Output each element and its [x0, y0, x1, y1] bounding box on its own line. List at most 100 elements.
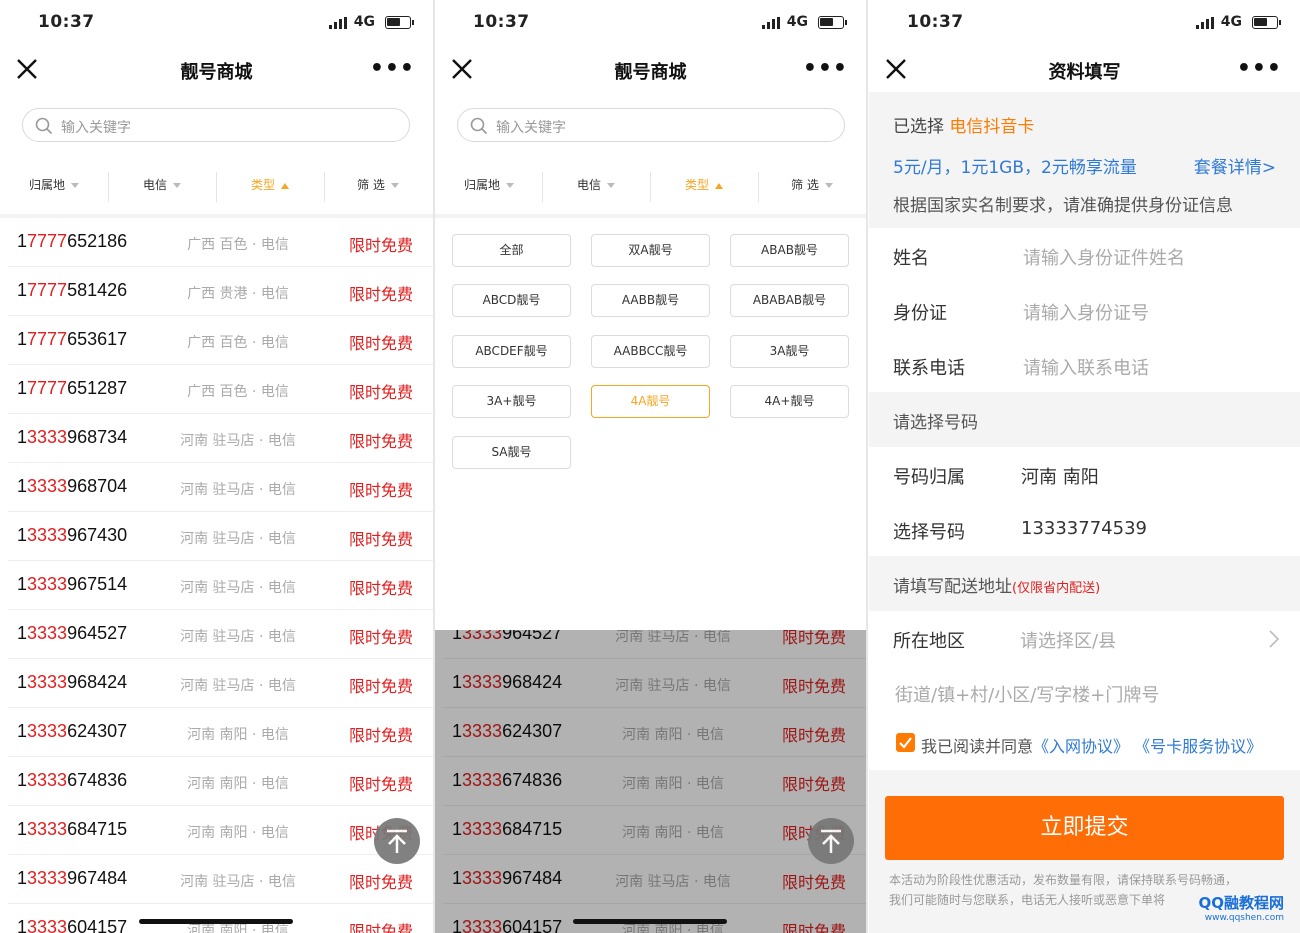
number-row[interactable]: 13333674836 河南 南阳 · 电信 限时免费: [8, 757, 433, 806]
number-location: 广西 百色 · 电信: [187, 237, 289, 253]
search-icon: [35, 117, 53, 135]
filter-bar: 归属地 电信 类型 筛 选: [0, 164, 433, 214]
back-to-top-button[interactable]: [374, 818, 420, 864]
number-row[interactable]: 13333624307 河南 南阳 · 电信 限时免费: [8, 708, 433, 757]
number-row[interactable]: 13333684715河南 南阳 · 电信限时免费: [8, 806, 433, 855]
area-select[interactable]: 请选择区/县: [1020, 627, 1116, 653]
card-service-agreement-link[interactable]: 《号卡服务协议》: [1134, 737, 1262, 756]
filter-type[interactable]: 类型: [216, 176, 324, 193]
free-badge: 限时免费: [348, 285, 413, 304]
filter-bar: 归属地 电信 类型 筛 选: [435, 164, 866, 214]
name-field[interactable]: 姓名 请输入身份证件姓名: [869, 228, 1300, 283]
free-badge: 限时免费: [348, 628, 413, 647]
name-input[interactable]: 请输入身份证件姓名: [1023, 244, 1185, 270]
type-chip[interactable]: 全部: [452, 234, 571, 267]
number-location: 河南 驻马店 · 电信: [180, 531, 296, 547]
nav-bar: 资料填写 •••: [869, 48, 1300, 92]
number-row[interactable]: 13333964527 河南 驻马店 · 电信 限时免费: [8, 610, 433, 659]
phone-number: 17777651287: [17, 378, 128, 398]
realname-notice: 根据国家实名制要求，请准确提供身份证信息: [893, 196, 1233, 216]
number-value: 13333774539: [1021, 518, 1147, 539]
more-icon[interactable]: •••: [1237, 56, 1282, 81]
number-location: 广西 百色 · 电信: [187, 384, 289, 400]
filter-region[interactable]: 归属地: [0, 176, 108, 193]
network-label: 4G: [353, 14, 375, 30]
number-row[interactable]: 13333968734 河南 驻马店 · 电信 限时免费: [8, 414, 433, 463]
phone-number: 13333967430: [17, 525, 128, 545]
type-chip[interactable]: ABAB靓号: [730, 234, 849, 267]
type-chip[interactable]: ABABAB靓号: [730, 284, 849, 317]
free-badge: 限时免费: [348, 236, 413, 255]
free-badge: 限时免费: [348, 775, 413, 794]
filter-region[interactable]: 归属地: [435, 176, 543, 193]
filter-screen[interactable]: 筛 选: [758, 176, 866, 193]
number-row[interactable]: 13333967484 河南 驻马店 · 电信 限时免费: [8, 855, 433, 904]
id-field[interactable]: 身份证 请输入身份证号: [869, 283, 1300, 338]
type-chip[interactable]: SA靓号: [452, 436, 571, 469]
number-location: 河南 驻马店 · 电信: [180, 874, 296, 890]
number-location: 河南 驻马店 · 电信: [180, 678, 296, 694]
search-input[interactable]: 输入关键字: [22, 108, 410, 142]
type-chip[interactable]: 4A靓号: [591, 385, 710, 418]
number-row[interactable]: 13333967430 河南 驻马店 · 电信 限时免费: [8, 512, 433, 561]
area-field[interactable]: 所在地区 请选择区/县: [869, 611, 1300, 666]
filter-screen[interactable]: 筛 选: [324, 176, 432, 193]
street-input[interactable]: 街道/镇+村/小区/写字楼+门牌号: [895, 681, 1159, 707]
number-location: 河南 驻马店 · 电信: [180, 433, 296, 449]
number-row[interactable]: 17777651287 广西 百色 · 电信 限时免费: [8, 365, 433, 414]
selected-card-line: 已选择 电信抖音卡: [893, 117, 1035, 137]
search-icon: [470, 117, 488, 135]
number-location: 河南 驻马店 · 电信: [180, 629, 296, 645]
number-row[interactable]: 13333968424 河南 驻马店 · 电信 限时免费: [8, 659, 433, 708]
phone-number: 13333967514: [17, 574, 128, 594]
number-location: 广西 百色 · 电信: [187, 335, 289, 351]
network-agreement-link[interactable]: 《入网协议》: [1033, 737, 1129, 756]
id-input[interactable]: 请输入身份证号: [1023, 299, 1149, 325]
screen-type-filter: 10:37 4G 靓号商城 ••• 输入关键字 归属地 电信 类型 筛 选 13…: [435, 0, 866, 933]
caret-down-icon: [390, 183, 399, 188]
agree-checkbox[interactable]: [896, 733, 915, 752]
number-row[interactable]: 17777653617 广西 百色 · 电信 限时免费: [8, 316, 433, 365]
phone-number: 17777653617: [17, 329, 128, 349]
type-chip[interactable]: 双A靓号: [591, 234, 710, 267]
status-time: 10:37: [473, 12, 530, 32]
search-placeholder: 输入关键字: [61, 120, 131, 136]
type-chip[interactable]: 3A+靓号: [452, 385, 571, 418]
filter-type[interactable]: 类型: [650, 176, 758, 193]
address-note: (仅限省内配送): [1012, 581, 1101, 596]
type-chip[interactable]: ABCDEF靓号: [452, 335, 571, 368]
signal-icon: [1196, 17, 1214, 29]
type-chip[interactable]: 4A+靓号: [730, 385, 849, 418]
dim-overlay[interactable]: [435, 630, 866, 933]
more-icon[interactable]: •••: [370, 56, 415, 81]
more-icon[interactable]: •••: [803, 56, 848, 81]
street-field[interactable]: 街道/镇+村/小区/写字楼+门牌号: [869, 665, 1300, 720]
search-input[interactable]: 输入关键字: [457, 108, 845, 142]
type-chip[interactable]: ABCD靓号: [452, 284, 571, 317]
number-row[interactable]: 13333967514 河南 驻马店 · 电信 限时免费: [8, 561, 433, 610]
submit-button[interactable]: 立即提交: [885, 796, 1284, 860]
type-chip[interactable]: AABB靓号: [591, 284, 710, 317]
plan-details-link[interactable]: 套餐详情>: [1194, 153, 1276, 178]
caret-down-icon: [824, 183, 833, 188]
phone-field[interactable]: 联系电话 请输入联系电话: [869, 338, 1300, 393]
free-badge: 限时免费: [348, 530, 413, 549]
filter-carrier[interactable]: 电信: [542, 176, 650, 193]
type-chip[interactable]: AABBCC靓号: [591, 335, 710, 368]
phone-number: 13333967484: [17, 868, 128, 888]
type-chip[interactable]: 3A靓号: [730, 335, 849, 368]
search-placeholder: 输入关键字: [496, 120, 566, 136]
number-row[interactable]: 17777581426 广西 贵港 · 电信 限时免费: [8, 267, 433, 316]
number-location: 广西 贵港 · 电信: [187, 286, 289, 302]
phone-input[interactable]: 请输入联系电话: [1023, 354, 1149, 380]
region-value: 河南 南阳: [1021, 467, 1099, 488]
free-badge: 限时免费: [348, 579, 413, 598]
number-row[interactable]: 13333968704 河南 驻马店 · 电信 限时免费: [8, 463, 433, 512]
back-to-top-button[interactable]: [808, 818, 854, 864]
choose-number-section: 请选择号码: [869, 392, 1300, 447]
phone-number: 13333604157: [17, 917, 128, 933]
status-bar: 10:37 4G: [0, 0, 433, 48]
filter-carrier[interactable]: 电信: [108, 176, 216, 193]
number-row[interactable]: 17777652186 广西 百色 · 电信 限时免费: [8, 218, 433, 267]
free-badge: 限时免费: [348, 873, 413, 892]
